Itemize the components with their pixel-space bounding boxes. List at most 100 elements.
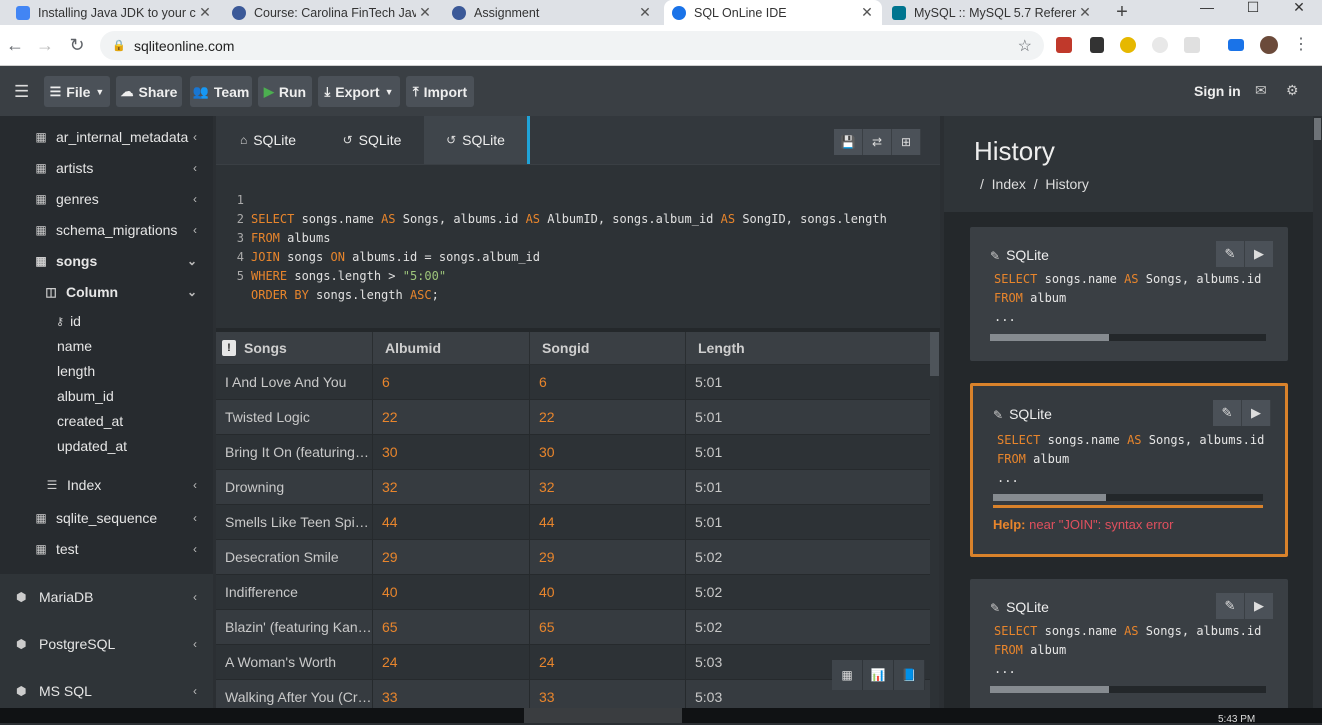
table-cell[interactable]: 5:01 bbox=[686, 365, 932, 400]
table-cell[interactable]: Blazin' (featuring Kan… bbox=[216, 610, 373, 645]
table-cell[interactable]: 6 bbox=[530, 365, 686, 400]
new-tab-icon[interactable]: + bbox=[1112, 0, 1132, 25]
chevron-left-icon[interactable]: ‹ bbox=[193, 590, 197, 604]
table-cell[interactable]: 33 bbox=[373, 680, 530, 708]
sidebar-column-id[interactable]: ⚷ id bbox=[0, 309, 213, 333]
sql-editor[interactable]: 1 SELECT songs.name AS Songs, albums.id … bbox=[216, 164, 940, 329]
browser-tab[interactable]: Installing Java JDK to your co ✕ bbox=[8, 0, 220, 25]
table-cell[interactable]: Indifference bbox=[216, 575, 373, 610]
sidebar-table-genres[interactable]: ▦ genres ‹ bbox=[0, 187, 213, 211]
play-icon[interactable]: ▶ bbox=[1242, 400, 1271, 426]
back-icon[interactable]: ← bbox=[4, 35, 26, 55]
table-cell[interactable]: 44 bbox=[373, 505, 530, 540]
browser-tab[interactable]: Assignment ✕ bbox=[444, 0, 660, 25]
add-tab-icon[interactable]: ⊞ bbox=[892, 129, 921, 155]
table-cell[interactable]: Desecration Smile bbox=[216, 540, 373, 575]
table-cell[interactable]: 30 bbox=[530, 435, 686, 470]
history-card[interactable]: ✎ SQLite ✎ ▶ SELECT songs.name AS Songs, … bbox=[970, 579, 1288, 716]
grid-scrollbar-thumb[interactable] bbox=[930, 332, 939, 376]
sidebar-table-songs[interactable]: ▦ songs ⌄ bbox=[0, 249, 213, 273]
close-icon[interactable]: ✕ bbox=[416, 4, 434, 21]
chart-view-icon[interactable]: 📊 bbox=[863, 660, 894, 690]
tab-sqlite-active[interactable]: ↺ SQLite bbox=[424, 116, 530, 164]
browser-tab[interactable]: MySQL :: MySQL 5.7 Referenc ✕ bbox=[884, 0, 1100, 25]
breadcrumb-index[interactable]: Index bbox=[992, 176, 1026, 192]
team-button[interactable]: 👥 Team bbox=[190, 76, 252, 107]
table-cell[interactable]: Smells Like Teen Spir… bbox=[216, 505, 373, 540]
sidebar-column-updated-at[interactable]: updated_at bbox=[0, 434, 213, 458]
table-row[interactable]: Indifference 40 40 5:02 bbox=[216, 575, 932, 610]
mail-icon[interactable]: ✉ bbox=[1255, 82, 1267, 99]
close-icon[interactable]: ✕ bbox=[196, 4, 214, 21]
table-cell[interactable]: 22 bbox=[530, 400, 686, 435]
play-icon[interactable]: ▶ bbox=[1245, 593, 1274, 619]
column-header-songs[interactable]: ! Songs bbox=[216, 332, 373, 365]
sidebar-db-mariadb[interactable]: ⬢ MariaDB ‹ bbox=[0, 579, 213, 615]
table-cell[interactable]: Twisted Logic bbox=[216, 400, 373, 435]
column-header-albumid[interactable]: Albumid bbox=[373, 332, 530, 365]
edit-icon[interactable]: ✎ bbox=[1213, 400, 1242, 426]
play-icon[interactable]: ▶ bbox=[1245, 241, 1274, 267]
column-header-songid[interactable]: Songid bbox=[530, 332, 686, 365]
table-cell[interactable]: 5:01 bbox=[686, 505, 932, 540]
table-cell[interactable]: 65 bbox=[530, 610, 686, 645]
table-cell[interactable]: 5:02 bbox=[686, 540, 932, 575]
avatar[interactable] bbox=[1260, 36, 1278, 54]
grid-extension-icon[interactable] bbox=[1184, 37, 1200, 53]
table-cell[interactable]: 30 bbox=[373, 435, 530, 470]
table-cell[interactable]: 24 bbox=[373, 645, 530, 680]
history-card[interactable]: ✎ SQLite ✎ ▶ SELECT songs.name AS Songs, … bbox=[970, 227, 1288, 361]
sidebar-db-postgresql[interactable]: ⬢ PostgreSQL ‹ bbox=[0, 626, 213, 662]
table-row[interactable]: Drowning 32 32 5:01 bbox=[216, 470, 932, 505]
sidebar-column-length[interactable]: length bbox=[0, 359, 213, 383]
history-scrollbar[interactable] bbox=[1313, 116, 1322, 716]
table-row[interactable]: Walking After You (Cr… 33 33 5:03 bbox=[216, 680, 932, 708]
url-text[interactable]: sqliteonline.com bbox=[134, 38, 234, 54]
table-cell[interactable]: 29 bbox=[530, 540, 686, 575]
file-button[interactable]: ☰ File ▼ bbox=[44, 76, 110, 107]
browser-tab[interactable]: Course: Carolina FinTech Java ✕ bbox=[224, 0, 440, 25]
sidebar-table-artists[interactable]: ▦ artists ‹ bbox=[0, 156, 213, 180]
table-cell[interactable]: Bring It On (featuring … bbox=[216, 435, 373, 470]
chevron-left-icon[interactable]: ‹ bbox=[193, 130, 197, 144]
table-row[interactable]: Bring It On (featuring … 30 30 5:01 bbox=[216, 435, 932, 470]
table-cell[interactable]: 44 bbox=[530, 505, 686, 540]
table-row[interactable]: Desecration Smile 29 29 5:02 bbox=[216, 540, 932, 575]
sidebar-column-created-at[interactable]: created_at bbox=[0, 409, 213, 433]
sidebar-column-name[interactable]: name bbox=[0, 334, 213, 358]
sidebar-column-album-id[interactable]: album_id bbox=[0, 384, 213, 408]
minimize-icon[interactable]: — bbox=[1184, 0, 1230, 25]
sidebar-table-schema-migrations[interactable]: ▦ schema_migrations ‹ bbox=[0, 218, 213, 242]
export-button[interactable]: ⤓ Export ▼ bbox=[318, 76, 400, 107]
run-button[interactable]: ▶ Run bbox=[258, 76, 312, 107]
close-icon[interactable]: ✕ bbox=[1076, 4, 1094, 21]
chevron-left-icon[interactable]: ‹ bbox=[193, 637, 197, 651]
sidebar-index-group[interactable]: ☰ Index ‹ bbox=[0, 473, 213, 497]
sidebar-db-mssql[interactable]: ⬢ MS SQL ‹ bbox=[0, 673, 213, 709]
close-icon[interactable]: ✕ bbox=[636, 4, 654, 21]
table-cell[interactable]: 5:01 bbox=[686, 400, 932, 435]
chevron-left-icon[interactable]: ‹ bbox=[193, 511, 197, 525]
history-scrollbar-thumb[interactable] bbox=[1314, 118, 1321, 140]
column-header-length[interactable]: Length bbox=[686, 332, 932, 365]
sidebar-table-test[interactable]: ▦ test ‹ bbox=[0, 537, 213, 561]
table-cell[interactable]: 65 bbox=[373, 610, 530, 645]
maximize-icon[interactable]: ☐ bbox=[1230, 0, 1276, 25]
table-cell[interactable]: A Woman's Worth bbox=[216, 645, 373, 680]
chevron-down-icon[interactable]: ⌄ bbox=[187, 254, 197, 268]
hand-extension-icon[interactable] bbox=[1120, 37, 1136, 53]
row-options-icon[interactable]: ! bbox=[222, 340, 236, 356]
table-view-icon[interactable]: ▦ bbox=[832, 660, 863, 690]
edit-icon[interactable]: ✎ bbox=[1216, 241, 1245, 267]
chevron-left-icon[interactable]: ‹ bbox=[193, 684, 197, 698]
table-cell[interactable]: 22 bbox=[373, 400, 530, 435]
table-cell[interactable]: I And Love And You bbox=[216, 365, 373, 400]
bookmark-star-icon[interactable]: ☆ bbox=[1018, 36, 1032, 56]
table-cell[interactable]: 5:01 bbox=[686, 435, 932, 470]
table-row[interactable]: Smells Like Teen Spir… 44 44 5:01 bbox=[216, 505, 932, 540]
table-cell[interactable]: 6 bbox=[373, 365, 530, 400]
chevron-left-icon[interactable]: ‹ bbox=[193, 192, 197, 206]
table-row[interactable]: A Woman's Worth 24 24 5:03 bbox=[216, 645, 932, 680]
sidebar-table-sqlite-sequence[interactable]: ▦ sqlite_sequence ‹ bbox=[0, 506, 213, 530]
chevron-left-icon[interactable]: ‹ bbox=[193, 478, 197, 492]
